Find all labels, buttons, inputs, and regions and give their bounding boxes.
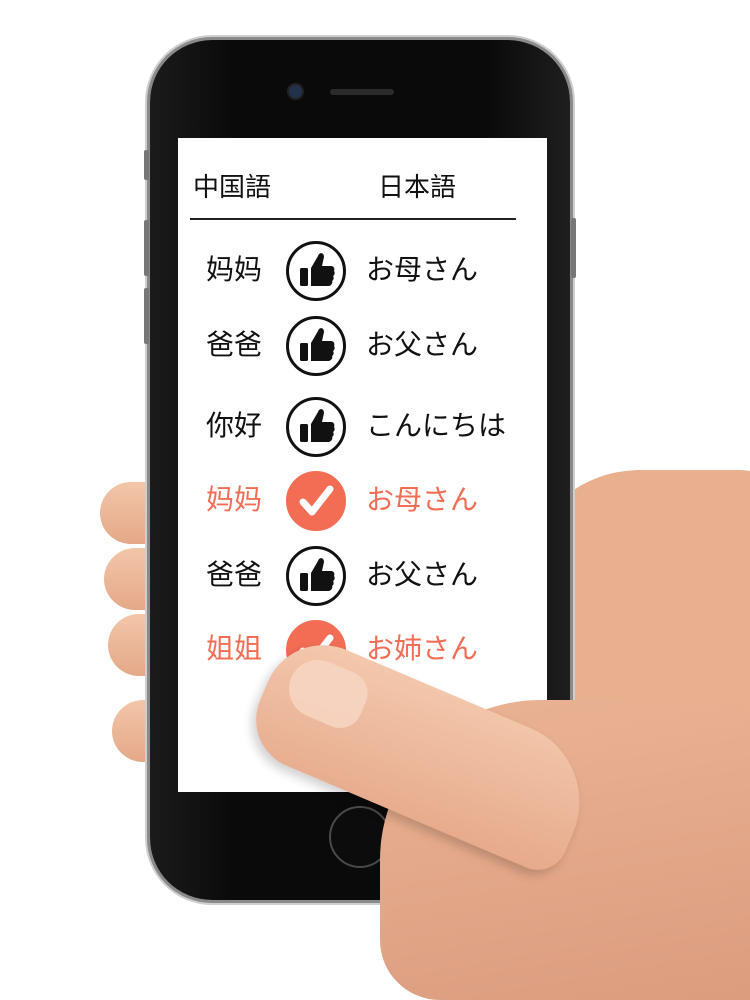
thumbs-up-icon[interactable] — [286, 316, 346, 376]
header-chinese: 中国語 — [193, 173, 272, 203]
chinese-word: 你好 — [206, 409, 263, 442]
japanese-word: お母さん — [366, 253, 479, 286]
word-row[interactable]: 你好 こんにちは — [178, 394, 547, 460]
thumbnail — [280, 650, 375, 735]
chinese-word: 妈妈 — [206, 483, 263, 516]
header-japanese: 日本語 — [378, 173, 457, 203]
volume-down-button — [144, 288, 149, 344]
chinese-word: 妈妈 — [206, 253, 263, 286]
japanese-word: お父さん — [366, 328, 479, 361]
thumbs-up-icon[interactable] — [286, 397, 346, 457]
power-button — [571, 218, 576, 278]
word-row[interactable]: 妈妈 お母さん — [178, 468, 547, 534]
column-header: 中国語 日本語 — [190, 168, 516, 220]
word-row[interactable]: 爸爸 お父さん — [178, 313, 547, 379]
chinese-word: 爸爸 — [206, 328, 263, 361]
mute-switch — [144, 150, 149, 180]
word-row[interactable]: 爸爸 お父さん — [178, 543, 547, 609]
front-camera — [289, 85, 302, 98]
chinese-word: 姐姐 — [206, 632, 263, 665]
word-row[interactable]: 妈妈 お母さん — [178, 238, 547, 304]
japanese-word: お姉さん — [366, 632, 479, 665]
volume-up-button — [144, 220, 149, 276]
japanese-word: お父さん — [366, 558, 479, 591]
chinese-word: 爸爸 — [206, 558, 263, 591]
thumbs-up-icon[interactable] — [286, 241, 346, 301]
checkmark-icon[interactable] — [286, 471, 346, 531]
japanese-word: お母さん — [366, 483, 479, 516]
thumbs-up-icon[interactable] — [286, 546, 346, 606]
japanese-word: こんにちは — [366, 409, 507, 442]
speaker-grille — [330, 89, 394, 95]
